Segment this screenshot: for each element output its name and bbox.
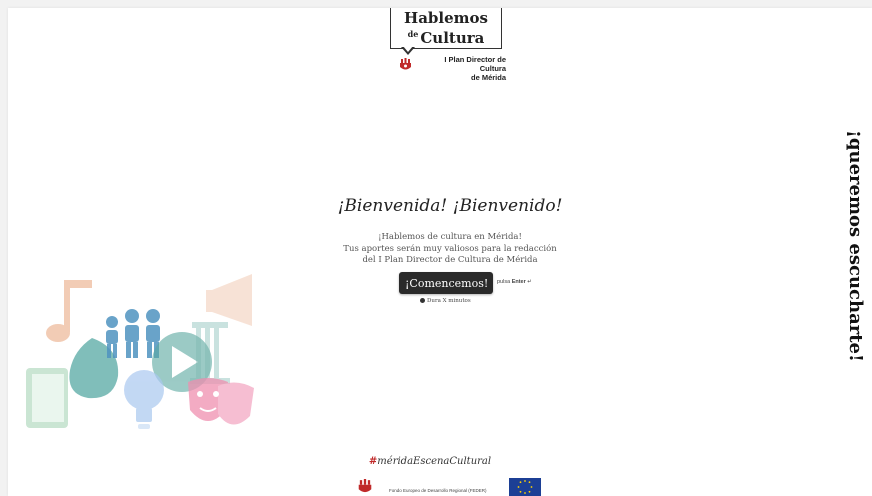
start-button[interactable]: ¡Comencemos! (399, 272, 493, 294)
logo: Hablemos de Cultura (390, 8, 502, 49)
logo-caret-inner (403, 46, 413, 52)
duration-text: Dura X minutos (427, 298, 471, 304)
megaphone-icon (206, 274, 252, 326)
enter-symbol-icon: ↵ (527, 279, 532, 285)
light-bulb-icon (124, 370, 164, 429)
intro-text: ¡Hablemos de cultura en Mérida! Tus apor… (260, 232, 640, 267)
logo-line2: de Cultura (391, 26, 501, 46)
enter-key-label: Enter (511, 279, 526, 285)
book-icon (26, 368, 68, 428)
intro-line2: Tus aportes serán muy valiosos para la r… (343, 243, 557, 254)
welcome-title: ¡Bienvenida! ¡Bienvenido! (337, 196, 563, 216)
column-icon (190, 322, 230, 384)
enter-hint-prefix: pulsa (497, 279, 511, 285)
logo-line2-text: Cultura (420, 29, 485, 47)
enter-hint: pulsa Enter ↵ (497, 279, 532, 285)
hashtag: #méridaEscenaCultural (350, 456, 510, 467)
tagline-vertical: ¡queremos escucharte! (845, 130, 866, 362)
duration-info: Dura X minutos (420, 298, 471, 304)
clock-icon (420, 298, 425, 303)
logo-line1: Hablemos (404, 9, 488, 27)
intro-line1: ¡Hablemos de cultura en Mérida! (378, 232, 522, 242)
theater-masks-icon (188, 378, 254, 425)
feder-text: Fondo Europeo de Desarrollo Regional (FE… (389, 488, 487, 493)
survey-page: Hablemos de Cultura I Plan Director de Cu… (8, 8, 872, 496)
logo-subtitle-line2: de Mérida (470, 73, 506, 82)
eu-flag-icon (509, 478, 541, 496)
people-icon (106, 309, 160, 358)
logo-subtitle-line1: I Plan Director de Cultura (444, 55, 506, 73)
intro-line3: del I Plan Director de Cultura de Mérida (362, 255, 538, 265)
logo-line2-small: de (407, 29, 419, 39)
eu-stars-icon (517, 480, 533, 494)
logo-subtitle: I Plan Director de Cultura de Mérida (416, 55, 506, 82)
music-note-icon (46, 280, 92, 342)
footer-emblem-icon (358, 479, 372, 493)
culture-illustration (26, 274, 254, 429)
merida-emblem-icon (400, 58, 411, 70)
hashtag-text: méridaEscenaCultural (377, 456, 492, 467)
